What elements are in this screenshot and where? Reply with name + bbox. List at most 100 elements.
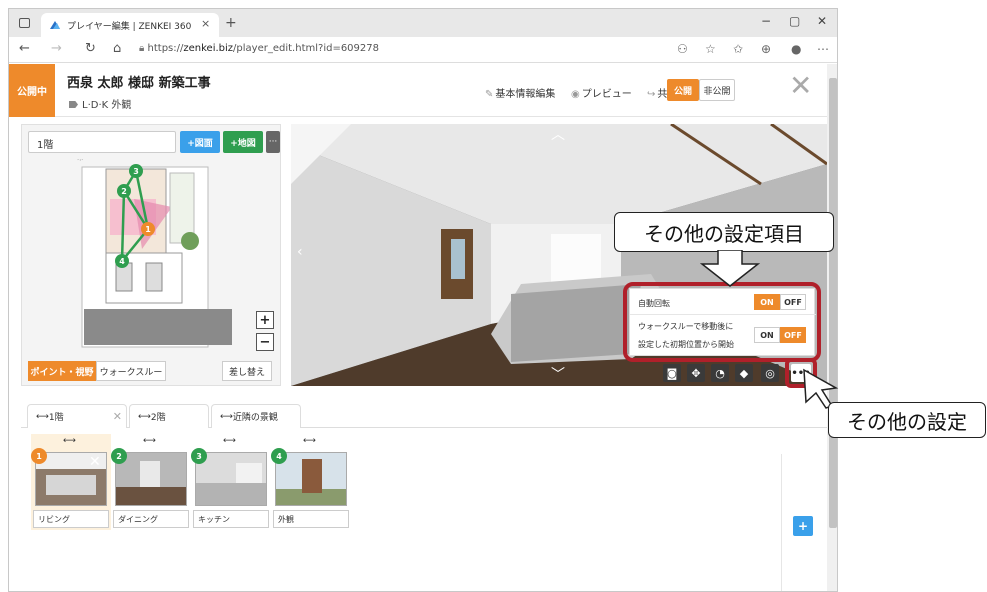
point-view-mode-button[interactable]: ポイント・視野 — [28, 361, 96, 381]
tab-neighborhood-label: 近隣の景観 — [232, 413, 278, 423]
map-point-3[interactable]: 3 — [133, 167, 139, 176]
map-more-button[interactable]: ··· — [266, 131, 280, 153]
arrows-icon: ⟷ — [223, 436, 236, 446]
thumbnail-card[interactable]: ⟷ 2 ダイニング — [111, 434, 191, 530]
new-tab-button[interactable]: + — [225, 15, 237, 31]
public-button[interactable]: 公開 — [667, 79, 699, 101]
editor-header: 公開中 西泉 太郎 様邸 新築工事 L·D·K 外観 ✎ 基本情報編集 ◉ プレビュ… — [9, 64, 827, 117]
add-point-button[interactable]: + — [793, 516, 813, 536]
arrows-icon: ⟷ — [138, 411, 151, 422]
thumbnail-card[interactable]: ⟷ 3 キッチン — [191, 434, 271, 530]
preview-label: プレビュー — [581, 89, 632, 100]
edit-info-label: 基本情報編集 — [495, 89, 556, 100]
callout-other-settings: その他の設定 — [828, 402, 986, 438]
back-icon[interactable]: ← — [19, 41, 30, 56]
add-plan-button[interactable]: +図面 — [180, 131, 220, 153]
tab-close-icon[interactable]: ✕ — [113, 410, 122, 423]
thumbnail-card[interactable]: ⟷ 1 ✕ リビング — [31, 434, 111, 530]
compass-icon: ✳ — [76, 159, 84, 164]
pencil-icon: ✎ — [485, 89, 494, 100]
arrows-icon: ⟷ — [36, 411, 49, 422]
user-avatar-icon[interactable]: ● — [791, 42, 801, 56]
viewer-left-icon[interactable]: ‹ — [297, 244, 303, 260]
thumbnail-label[interactable]: キッチン — [193, 510, 269, 528]
thumbnail-label[interactable]: 外観 — [273, 510, 349, 528]
map-point-2[interactable]: 2 — [121, 187, 127, 196]
zenkei-favicon-icon — [50, 21, 60, 29]
status-badge: 公開中 — [9, 64, 55, 117]
eye-icon: ◉ — [571, 89, 580, 100]
zoom-in-button[interactable]: + — [256, 311, 274, 329]
url-domain: zenkei.biz — [183, 43, 234, 54]
address-bar: ← → ↻ ⌂ 🔒︎ https://zenkei.biz/player_edi… — [9, 37, 837, 63]
compass-tool-icon[interactable]: ◎ — [761, 364, 779, 382]
close-editor-icon[interactable]: ✕ — [789, 72, 812, 100]
zoom-out-button[interactable]: − — [256, 333, 274, 351]
floor-select[interactable]: 1階 — [28, 131, 176, 153]
thumbnail-card[interactable]: ⟷ 4 外観 — [271, 434, 351, 530]
thumbnail-label[interactable]: ダイニング — [113, 510, 189, 528]
private-button[interactable]: 非公開 — [699, 79, 735, 101]
thumbnail-label[interactable]: リビング — [33, 510, 109, 528]
camera-icon[interactable]: ◙ — [663, 364, 681, 382]
thumbnail-badge: 2 — [111, 448, 127, 464]
more-menu-icon[interactable]: ⋯ — [817, 42, 829, 56]
profile-share-icon[interactable]: ⚇ — [677, 42, 688, 56]
maximize-button[interactable]: ▢ — [789, 14, 800, 28]
url-path: /player_edit.html?id=609278 — [233, 43, 379, 54]
tab-close-icon[interactable]: × — [201, 17, 210, 30]
project-subtitle: L·D·K 外観 — [69, 96, 131, 111]
reload-icon[interactable]: ↻ — [85, 41, 96, 56]
callout-other-items: その他の設定項目 — [614, 212, 834, 252]
close-window-button[interactable]: ✕ — [817, 14, 827, 28]
viewer-up-icon[interactable]: ︿ — [551, 124, 565, 144]
browser-window: プレイヤー編集 | ZENKEI 360 × + − ▢ ✕ ← → ↻ ⌂ 🔒… — [8, 8, 838, 592]
walkthrough-mode-button[interactable]: ウォークスルー — [96, 361, 166, 381]
move-icon[interactable]: ✥ — [687, 364, 705, 382]
tag-icon — [69, 101, 78, 108]
url-prefix: https:// — [147, 43, 184, 54]
edit-info-link[interactable]: ✎ 基本情報編集 — [485, 85, 555, 100]
arrows-icon: ⟷ — [63, 436, 76, 446]
subtitle-text: L·D·K 外観 — [82, 100, 132, 111]
thumbnail-badge: 1 — [31, 448, 47, 464]
collections-icon[interactable]: ⊕ — [761, 42, 771, 56]
floorplan-map[interactable]: 1 2 3 4 ✳ — [22, 159, 280, 351]
tab-floor-1[interactable]: ⟷ 1階 ✕ — [27, 404, 127, 428]
divider — [781, 454, 782, 591]
share-icon: ↪ — [647, 89, 656, 100]
forward-icon[interactable]: → — [51, 41, 62, 56]
browser-tab[interactable]: プレイヤー編集 | ZENKEI 360 × — [41, 13, 219, 37]
arrows-icon: ⟷ — [220, 411, 233, 422]
scrollbar-thumb[interactable] — [829, 78, 837, 528]
tag-tool-icon[interactable]: ◆ — [735, 364, 753, 382]
thumbnail-delete-icon[interactable]: ✕ — [89, 454, 101, 470]
tab-title: プレイヤー編集 | ZENKEI 360 — [67, 22, 192, 32]
page-scrollbar[interactable] — [827, 64, 837, 591]
tab-floor-2[interactable]: ⟷ 2階 — [129, 404, 209, 428]
callout-down-arrow-icon — [700, 250, 760, 287]
thumbnail-strip: ⟷ 1 ✕ リビング ⟷ 2 ダイニング ⟷ 3 キッチン ⟷ 4 外観 — [21, 434, 827, 591]
viewer-down-icon[interactable]: ﹀ — [551, 364, 565, 384]
preview-link[interactable]: ◉ プレビュー — [571, 85, 632, 100]
tab-neighborhood[interactable]: ⟷ 近隣の景観 — [211, 404, 301, 428]
map-point-1[interactable]: 1 — [145, 225, 151, 234]
settings-highlight-frame — [623, 282, 821, 362]
favorite-star-icon[interactable]: ☆ — [705, 42, 716, 56]
arrows-icon: ⟷ — [143, 436, 156, 446]
lock-icon: 🔒︎ — [139, 43, 145, 54]
home-icon[interactable]: ⌂ — [113, 41, 121, 56]
comment-icon[interactable]: ◔ — [711, 364, 729, 382]
favorites-bar-icon[interactable]: ✩ — [733, 42, 743, 56]
minimize-button[interactable]: − — [761, 14, 771, 28]
tab-bar: プレイヤー編集 | ZENKEI 360 × + − ▢ ✕ — [9, 9, 837, 37]
thumbnail-badge: 4 — [271, 448, 287, 464]
url-field[interactable]: 🔒︎ https://zenkei.biz/player_edit.html?i… — [139, 43, 379, 54]
floor-tabs: ⟷ 1階 ✕ ⟷ 2階 ⟷ 近隣の景観 — [21, 404, 827, 428]
floorplan-panel: 1階 +図面 +地図 ··· 1 2 3 4 + − ポイント・視野 ウォークス… — [21, 124, 281, 386]
map-point-4[interactable]: 4 — [119, 257, 125, 266]
replace-button[interactable]: 差し替え — [222, 361, 272, 381]
arrows-icon: ⟷ — [303, 436, 316, 446]
add-map-button[interactable]: +地図 — [223, 131, 263, 153]
tab-actions-icon[interactable] — [19, 18, 30, 28]
